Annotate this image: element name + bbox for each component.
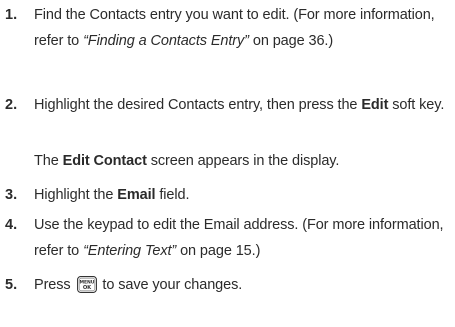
step-text: Highlight the Email field. bbox=[34, 182, 449, 208]
step-number: 4. bbox=[5, 217, 18, 233]
step-text-b: on page 36.) bbox=[248, 33, 334, 49]
step-text-a: Press bbox=[34, 277, 75, 293]
step-note: The Edit Contact screen appears in the d… bbox=[34, 148, 449, 174]
field-name: Email bbox=[117, 187, 156, 203]
step-text: Find the Contacts entry you want to edit… bbox=[34, 2, 449, 54]
svg-text:OK: OK bbox=[82, 285, 91, 291]
step-text-a: Highlight the desired Contacts entry, th… bbox=[34, 97, 362, 113]
note-prefix: The bbox=[34, 153, 63, 169]
menu-ok-key-icon: MENU OK bbox=[76, 276, 97, 293]
step-text-b: soft key. bbox=[388, 97, 445, 113]
step-text: Highlight the desired Contacts entry, th… bbox=[34, 92, 449, 118]
step-text-b: to save your changes. bbox=[98, 277, 243, 293]
cross-reference-link[interactable]: “Finding a Contacts Entry” bbox=[83, 33, 249, 49]
menu-ok-key-icon-graphic: MENU OK bbox=[76, 276, 97, 293]
step-number: 2. bbox=[5, 97, 18, 113]
instruction-page: 1. Find the Contacts entry you want to e… bbox=[0, 0, 455, 327]
step-text-b: on page 15.) bbox=[176, 243, 261, 259]
step-text-b: field. bbox=[155, 187, 190, 203]
note-text: screen appears in the display. bbox=[146, 153, 340, 169]
step-text-a: Highlight the bbox=[34, 187, 118, 203]
screen-name: Edit Contact bbox=[62, 153, 147, 169]
step-number: 1. bbox=[5, 7, 18, 23]
step-text: Use the keypad to edit the Email address… bbox=[34, 212, 449, 264]
step-number: 3. bbox=[5, 187, 18, 203]
cross-reference-link[interactable]: “Entering Text” bbox=[83, 243, 176, 259]
step-number: 5. bbox=[5, 277, 18, 293]
soft-key-name: Edit bbox=[361, 97, 389, 113]
step-text: Press MENU OK to save your changes. bbox=[34, 272, 449, 298]
